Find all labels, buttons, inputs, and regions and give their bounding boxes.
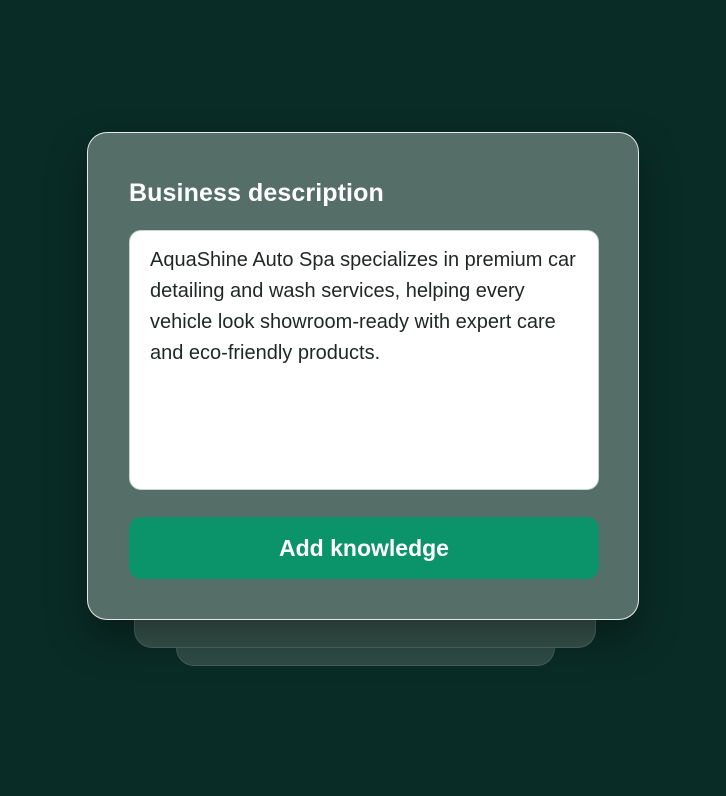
add-knowledge-button[interactable]: Add knowledge bbox=[129, 517, 599, 579]
business-description-card: Business description AquaShine Auto Spa … bbox=[87, 132, 639, 620]
card-title: Business description bbox=[129, 179, 384, 207]
business-description-field[interactable]: AquaShine Auto Spa specializes in premiu… bbox=[129, 230, 599, 490]
